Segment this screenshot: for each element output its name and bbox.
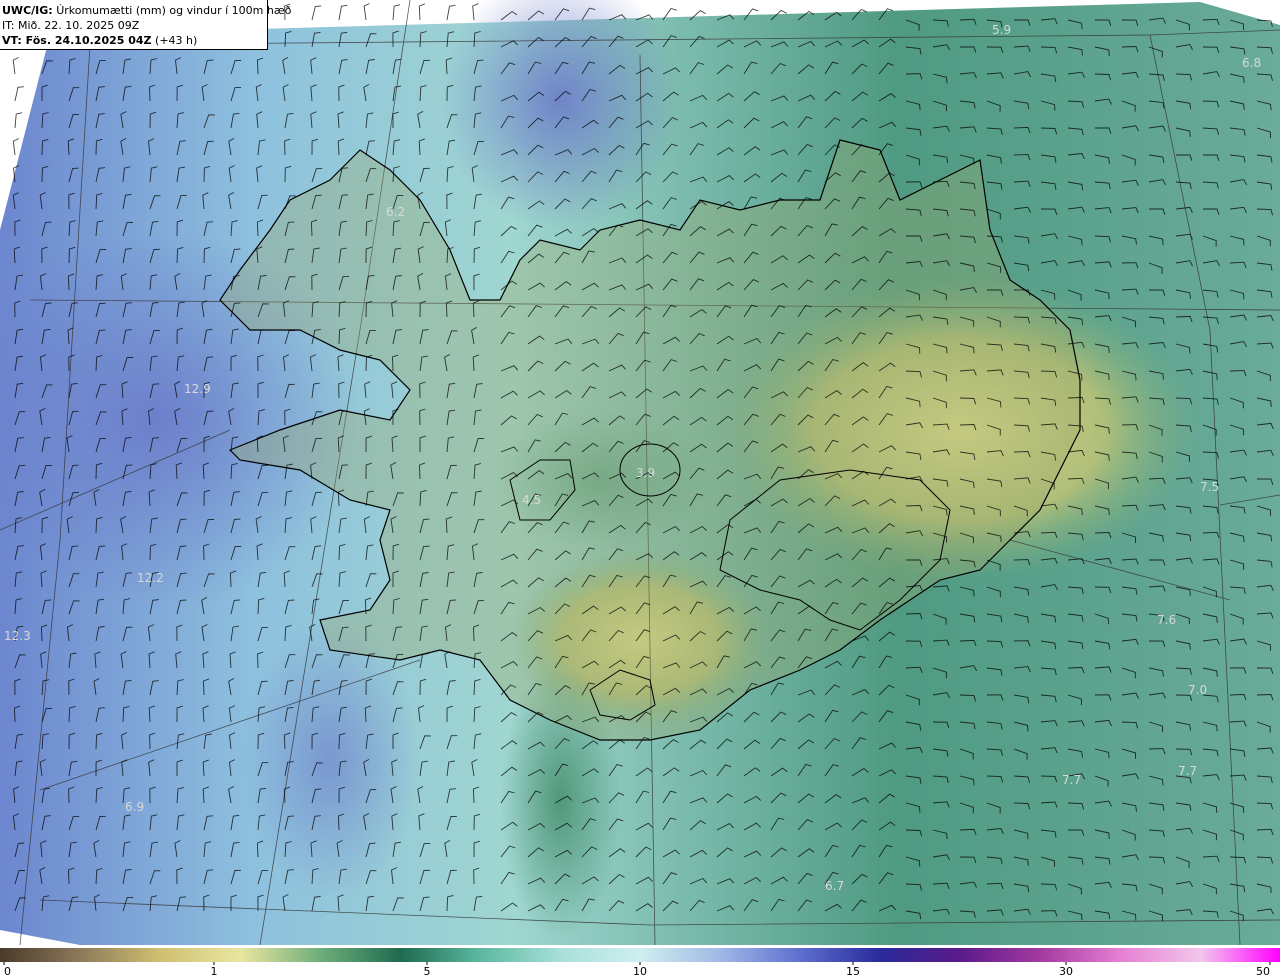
colorbar-tick-label: 5 xyxy=(424,965,431,978)
precipitation-map: 5.9 6.8 6.2 12.9 4.5 3.9 7.5 12.2 12.3 7… xyxy=(0,0,1280,945)
colorbar-tick-label: 10 xyxy=(633,965,647,978)
forecast-offset: (+43 h) xyxy=(155,34,198,47)
colorbar-tick-label: 50 xyxy=(1256,965,1270,978)
colorbar-tick-label: 30 xyxy=(1059,965,1073,978)
colorbar-gradient xyxy=(0,948,1280,962)
map-info-box: UWC/IG: Úrkomumætti (mm) og vindur í 100… xyxy=(0,0,291,50)
valid-time-line: VT: Fös. 24.10.2025 04Z (+43 h) xyxy=(2,33,267,48)
colorbar-tick-label: 1 xyxy=(211,965,218,978)
map-value-label: 7.0 xyxy=(1188,683,1207,697)
map-value-label: 12.2 xyxy=(137,571,164,585)
colorbar-tick-label: 15 xyxy=(846,965,860,978)
colorbar: 0 1 5 10 15 30 50 xyxy=(0,948,1280,978)
init-time-value: Mið. 22. 10. 2025 09Z xyxy=(17,19,140,32)
map-value-label: 6.8 xyxy=(1242,56,1261,70)
map-value-label: 7.6 xyxy=(1157,613,1176,627)
title-line: UWC/IG: Úrkomumætti (mm) og vindur í 100… xyxy=(2,3,291,18)
colorbar-tick-label: 0 xyxy=(4,965,11,978)
map-value-label: 4.5 xyxy=(522,493,541,507)
map-value-label: 7.7 xyxy=(1178,764,1197,778)
map-value-label: 3.9 xyxy=(636,466,655,480)
map-value-label: 6.2 xyxy=(386,205,405,219)
valid-time-value: VT: Fös. 24.10.2025 04Z xyxy=(2,34,152,47)
map-value-label: 7.7 xyxy=(1062,773,1081,787)
map-value-label: 12.3 xyxy=(4,629,31,643)
map-value-label: 6.7 xyxy=(825,879,844,893)
map-value-label: 6.9 xyxy=(125,800,144,814)
map-value-label: 12.9 xyxy=(184,382,211,396)
map-value-label: 7.5 xyxy=(1200,480,1219,494)
product-label: UWC/IG: xyxy=(2,4,53,17)
map-value-label: 5.9 xyxy=(992,23,1011,37)
init-time-line: IT: Mið. 22. 10. 2025 09Z xyxy=(2,18,267,33)
map-title: Úrkomumætti (mm) og vindur í 100m hæð xyxy=(56,4,292,17)
init-time-label: IT: xyxy=(2,19,15,32)
